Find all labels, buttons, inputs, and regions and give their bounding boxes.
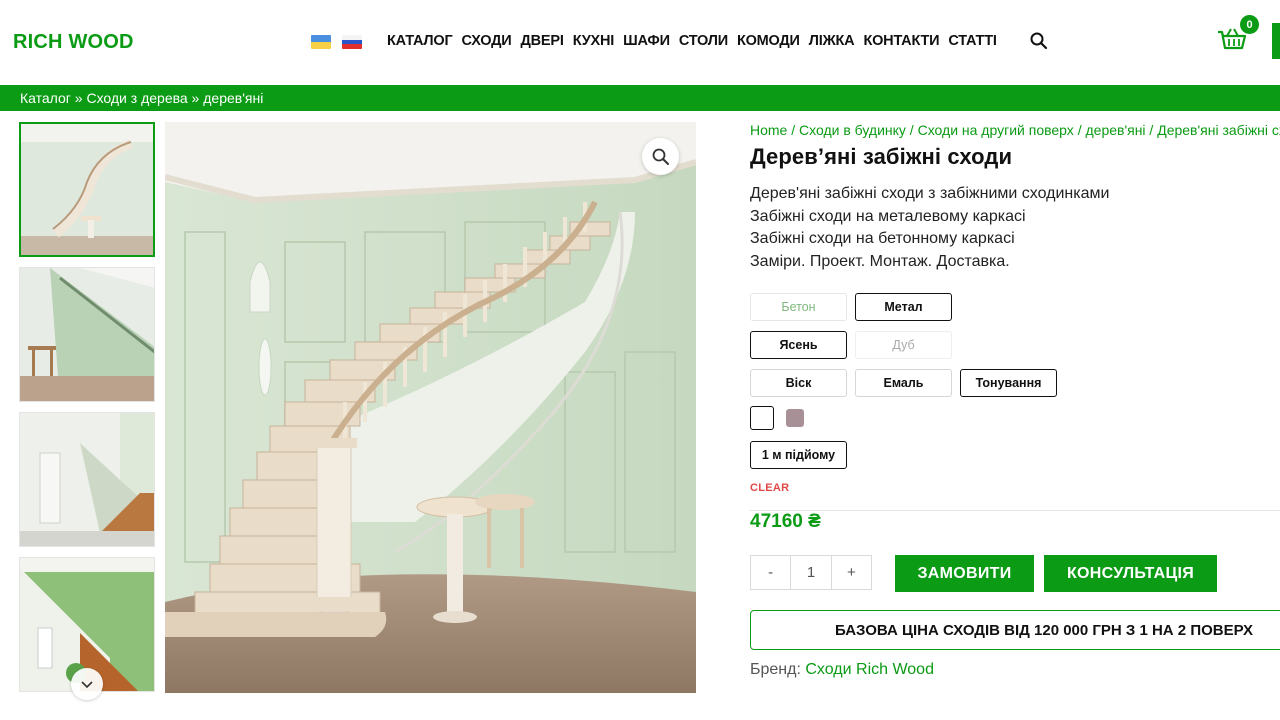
crumb-separator: /: [787, 122, 800, 138]
consultation-button[interactable]: КОНСУЛЬТАЦІЯ: [1044, 555, 1217, 592]
option-tinting[interactable]: Тонування: [960, 369, 1057, 397]
ru-flag-icon[interactable]: [342, 35, 362, 49]
thumbnail-gallery: [19, 122, 155, 702]
language-switcher: [311, 35, 362, 49]
swatch-mauve[interactable]: [786, 409, 804, 427]
product-breadcrumb: Home / Сходи в будинку / Сходи на другий…: [750, 122, 1280, 138]
option-1m-rise[interactable]: 1 м підйому: [750, 441, 847, 469]
order-button[interactable]: ЗАМОВИТИ: [895, 555, 1034, 592]
nav-item-beds[interactable]: ЛІЖКА: [809, 33, 855, 49]
nav-item-wardrobes[interactable]: ШАФИ: [623, 33, 670, 49]
product-main-image[interactable]: [165, 122, 696, 693]
length-options: 1 м підйому: [750, 441, 847, 469]
crumb-home[interactable]: Home: [750, 122, 787, 138]
product-info: Home / Сходи в будинку / Сходи на другий…: [750, 122, 1280, 273]
crumb-separator: /: [1145, 122, 1158, 138]
zoom-icon: [652, 148, 669, 165]
description-line: Заміри. Проект. Монтаж. Доставка.: [750, 252, 1010, 270]
crumb-separator: /: [1073, 122, 1086, 138]
description-line: Забіжні сходи на металевому каркасі: [750, 207, 1026, 225]
option-enamel[interactable]: Емаль: [855, 369, 952, 397]
crumb-second-floor[interactable]: Сходи на другий поверх: [918, 122, 1074, 138]
product-title: Дерев’яні забіжні сходи: [750, 144, 1013, 169]
option-oak[interactable]: Дуб: [855, 331, 952, 359]
nav-item-tables[interactable]: СТОЛИ: [679, 33, 728, 49]
breadcrumb[interactable]: Каталог » Сходи з дерева » дерев'яні: [0, 85, 1280, 111]
divider: [750, 510, 1280, 511]
crumb-current: Дерев'яні забіжні сходи: [1157, 122, 1280, 138]
base-price-note: БАЗОВА ЦІНА СХОДІВ ВІД 120 000 ГРН З 1 Н…: [750, 610, 1280, 650]
thumbnail-3[interactable]: [19, 412, 155, 547]
cart-count-badge: 0: [1240, 15, 1259, 34]
quantity-stepper: - 1 +: [750, 555, 872, 590]
zoom-button[interactable]: [642, 138, 679, 175]
description-line: Дерев'яні забіжні сходи з забіжними сход…: [750, 185, 1110, 202]
site-header: RICH WOOD КАТАЛОГ СХОДИ ДВЕРІ КУХНІ ШАФИ…: [0, 0, 1280, 85]
nav-item-contacts[interactable]: КОНТАКТИ: [863, 33, 939, 49]
description-line: Забіжні сходи на бетонному каркасі: [750, 230, 1015, 247]
crumb-separator: /: [905, 122, 918, 138]
qty-minus-button[interactable]: -: [751, 556, 790, 589]
option-ash[interactable]: Ясень: [750, 331, 847, 359]
qty-plus-button[interactable]: +: [832, 556, 871, 589]
option-concrete[interactable]: Бетон: [750, 293, 847, 321]
product-description: Дерев'яні забіжні сходи з забіжними сход…: [750, 183, 1280, 273]
finish-options: Віск Емаль Тонування: [750, 369, 1057, 397]
side-menu-tab[interactable]: [1272, 23, 1280, 59]
site-logo[interactable]: RICH WOOD: [13, 31, 134, 54]
nav-item-stairs[interactable]: СХОДИ: [461, 33, 511, 49]
thumbnail-1[interactable]: [19, 122, 155, 257]
brand-link[interactable]: Сходи Rich Wood: [805, 661, 934, 678]
crumb-stairs-house[interactable]: Сходи в будинку: [799, 122, 906, 138]
nav-item-articles[interactable]: СТАТТІ: [948, 33, 997, 49]
option-metal[interactable]: Метал: [855, 293, 952, 321]
nav-item-dressers[interactable]: КОМОДИ: [737, 33, 800, 49]
product-price: 47160 ₴: [750, 511, 821, 532]
gallery-scroll-down-button[interactable]: [71, 668, 103, 700]
nav-item-kitchens[interactable]: КУХНІ: [573, 33, 615, 49]
brand-label: Бренд:: [750, 661, 801, 678]
wood-options: Ясень Дуб: [750, 331, 952, 359]
crumb-wooden[interactable]: дерев'яні: [1085, 122, 1145, 138]
qty-input[interactable]: 1: [790, 556, 832, 589]
nav-item-doors[interactable]: ДВЕРІ: [521, 33, 564, 49]
option-wax[interactable]: Віск: [750, 369, 847, 397]
search-icon[interactable]: [1029, 31, 1049, 51]
ua-flag-icon[interactable]: [311, 35, 331, 49]
chevron-down-icon: [81, 681, 93, 689]
nav-item-catalog[interactable]: КАТАЛОГ: [387, 33, 453, 49]
clear-selection-link[interactable]: CLEAR: [750, 482, 789, 494]
thumbnail-2[interactable]: [19, 267, 155, 402]
frame-options: Бетон Метал: [750, 293, 952, 321]
color-swatches: [750, 406, 804, 430]
main-nav: КАТАЛОГ СХОДИ ДВЕРІ КУХНІ ШАФИ СТОЛИ КОМ…: [387, 33, 997, 49]
swatch-white[interactable]: [750, 406, 774, 430]
brand-line: Бренд: Сходи Rich Wood: [750, 661, 934, 679]
